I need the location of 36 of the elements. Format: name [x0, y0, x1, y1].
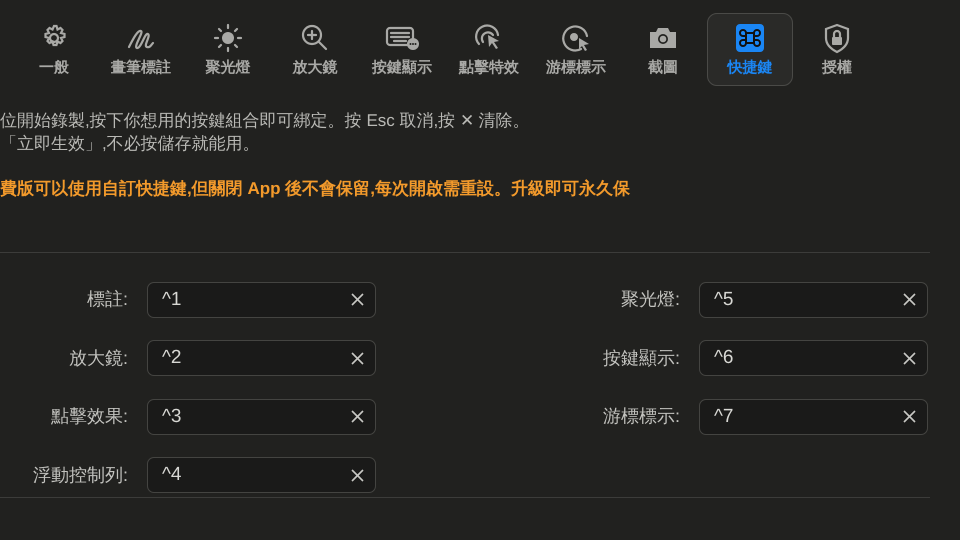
shortcut-field[interactable]: ^1: [147, 282, 376, 318]
toolbar-tab[interactable]: 按鍵顯示: [359, 13, 445, 86]
shortcut-label: 標註:: [86, 288, 128, 311]
toolbar-tab[interactable]: 快捷鍵: [707, 13, 793, 86]
shortcut-field[interactable]: ^5: [699, 282, 928, 318]
shortcut-label: 聚光燈:: [620, 288, 680, 311]
toolbar-tab[interactable]: 放大鏡: [272, 13, 358, 86]
clear-icon[interactable]: [351, 410, 364, 423]
toolbar-tab[interactable]: 畫筆標註: [98, 13, 184, 86]
toolbar-tab[interactable]: 游標標示: [533, 13, 619, 86]
shortcut-label: 放大鏡:: [68, 346, 128, 370]
shortcut-field[interactable]: ^3: [147, 398, 376, 434]
toolbar-tab[interactable]: 聚光燈: [185, 13, 271, 86]
clear-icon[interactable]: [903, 410, 916, 423]
toolbar-tab[interactable]: 一般: [11, 13, 97, 86]
clear-icon[interactable]: [351, 468, 364, 482]
toolbar-tab[interactable]: 授權: [794, 13, 880, 86]
instruction-text: 位開始錄製,按下你想用的按鍵組合即可綁定。按 Esc 取消,按 ✕ 清除。: [0, 110, 531, 132]
shortcut-label: 游標標示:: [602, 405, 680, 428]
shortcut-label: 浮動控制列:: [32, 464, 128, 486]
clear-icon[interactable]: [903, 293, 916, 306]
shortcut-field[interactable]: ^2: [147, 340, 376, 376]
warning-text: 費版可以使用自訂快捷鍵,但關閉 App 後不會保留,每次開啟需重設。升級即可永久保: [0, 178, 631, 200]
shortcut-label: 點擊效果:: [50, 405, 128, 428]
toolbar-tab[interactable]: 截圖: [620, 13, 706, 86]
clear-icon[interactable]: [351, 293, 364, 306]
shortcut-label: 按鍵顯示:: [602, 346, 680, 370]
sun-icon: [211, 22, 245, 54]
clear-icon[interactable]: [903, 352, 916, 364]
clear-icon[interactable]: [351, 352, 364, 364]
shortcut-field[interactable]: ^4: [147, 457, 376, 493]
instruction-text: 「立即生效」,不必按儲存就能用。: [0, 133, 261, 155]
shortcut-field[interactable]: ^6: [699, 340, 928, 376]
command-icon: [733, 22, 767, 54]
toolbar-tab[interactable]: 點擊特效: [446, 13, 532, 86]
shortcut-field[interactable]: ^7: [699, 398, 928, 434]
